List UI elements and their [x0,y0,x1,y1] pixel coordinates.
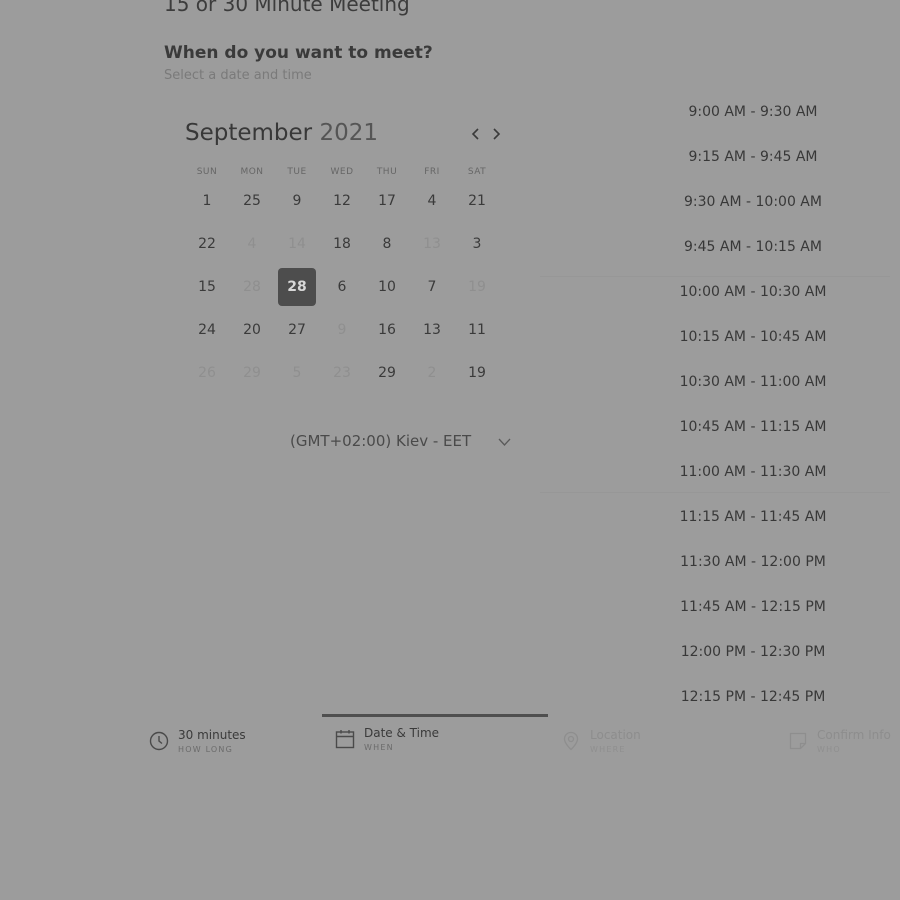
time-slot[interactable]: 9:00 AM - 9:30 AM [653,104,853,120]
calendar-day-disabled: 14 [288,236,306,252]
time-slot[interactable]: 10:45 AM - 11:15 AM [653,419,853,435]
calendar-day[interactable]: 20 [233,311,271,349]
calendar-day[interactable]: 7 [413,268,451,306]
time-slot[interactable]: 9:15 AM - 9:45 AM [653,149,853,165]
calendar-day-disabled: 28 [243,279,261,295]
calendar-day[interactable]: 13 [413,311,451,349]
calendar-day[interactable]: 8 [368,225,406,263]
calendar-icon [335,730,355,749]
calendar-day[interactable]: 9 [278,182,316,220]
time-slot[interactable]: 9:30 AM - 10:00 AM [653,194,853,210]
divider [540,276,890,277]
step-subtitle: WHEN [364,743,394,752]
step-title: Location [590,728,641,742]
time-slot[interactable]: 11:00 AM - 11:30 AM [653,464,853,480]
time-slot[interactable]: 11:30 AM - 12:00 PM [653,554,853,570]
next-month-button[interactable] [488,124,504,144]
calendar-day-disabled: 26 [198,365,216,381]
calendar-day-disabled: 2 [427,365,437,381]
chevron-left-icon [471,128,479,140]
calendar-day[interactable]: 11 [458,311,496,349]
calendar-day-disabled: 9 [337,322,347,338]
calendar-day-disabled: 19 [468,279,486,295]
page-title: 15 or 30 Minute Meeting [164,0,410,16]
chevron-right-icon [493,128,501,140]
step-where[interactable]: Location WHERE [561,728,641,754]
calendar-month-label: September 2021 [185,120,378,146]
calendar-day-disabled: 13 [423,236,441,252]
calendar-day[interactable]: 15 [188,268,226,306]
timezone-select[interactable]: (GMT+02:00) Kiev - EET [290,432,471,450]
step-who[interactable]: Confirm Info WHO [788,728,891,754]
calendar-day[interactable]: 16 [368,311,406,349]
calendar-day[interactable]: 3 [458,225,496,263]
calendar-day[interactable]: 6 [323,268,361,306]
calendar-day[interactable]: 19 [458,354,496,392]
calendar-day-disabled: 23 [333,365,351,381]
weekday-label: WED [330,167,354,177]
time-slot[interactable]: 10:00 AM - 10:30 AM [653,284,853,300]
divider [540,492,890,493]
step-title: Confirm Info [817,728,891,742]
time-slot[interactable]: 10:15 AM - 10:45 AM [653,329,853,345]
section-heading: When do you want to meet? [164,43,433,63]
time-slot[interactable]: 9:45 AM - 10:15 AM [653,239,853,255]
time-slot[interactable]: 11:45 AM - 12:15 PM [653,599,853,615]
previous-month-button[interactable] [468,124,484,144]
location-pin-icon [563,731,579,751]
time-slot[interactable]: 12:00 PM - 12:30 PM [653,644,853,660]
calendar-day[interactable]: 4 [413,182,451,220]
calendar-day-selected[interactable]: 28 [278,268,316,306]
time-slot[interactable]: 12:15 PM - 12:45 PM [653,689,853,705]
calendar-day[interactable]: 27 [278,311,316,349]
calendar-day[interactable]: 29 [368,354,406,392]
calendar-day[interactable]: 12 [323,182,361,220]
calendar-day[interactable]: 1 [188,182,226,220]
calendar-day[interactable]: 17 [368,182,406,220]
step-how-long[interactable]: 30 minutes HOW LONG [149,728,246,754]
weekday-label: THU [376,167,398,177]
weekday-label: SAT [467,167,487,177]
weekday-label: MON [240,167,264,177]
weekday-label: SUN [196,167,218,177]
time-slot[interactable]: 10:30 AM - 11:00 AM [653,374,853,390]
calendar-day[interactable]: 21 [458,182,496,220]
section-subheading: Select a date and time [164,68,312,83]
step-title: 30 minutes [178,728,246,742]
step-title: Date & Time [364,726,440,740]
calendar-day-disabled: 29 [243,365,261,381]
time-slot[interactable]: 11:15 AM - 11:45 AM [653,509,853,525]
weekday-label: TUE [287,167,307,177]
weekday-label: FRI [424,167,440,177]
calendar-day[interactable]: 24 [188,311,226,349]
step-subtitle: WHO [817,745,841,754]
calendar-year: 2021 [319,120,378,146]
step-subtitle: HOW LONG [178,745,234,754]
active-step-indicator [322,714,548,717]
calendar-day[interactable]: 22 [188,225,226,263]
clock-icon [149,731,169,751]
step-subtitle: WHERE [590,745,626,754]
calendar-day-disabled: 4 [247,236,257,252]
calendar-month: September [185,120,313,146]
calendar-day[interactable]: 10 [368,268,406,306]
calendar-day-disabled: 5 [292,365,302,381]
step-when[interactable]: Date & Time WHEN [335,726,439,752]
calendar-day[interactable]: 25 [233,182,271,220]
calendar-day[interactable]: 18 [323,225,361,263]
note-icon [789,732,807,750]
chevron-down-icon[interactable] [498,437,511,447]
